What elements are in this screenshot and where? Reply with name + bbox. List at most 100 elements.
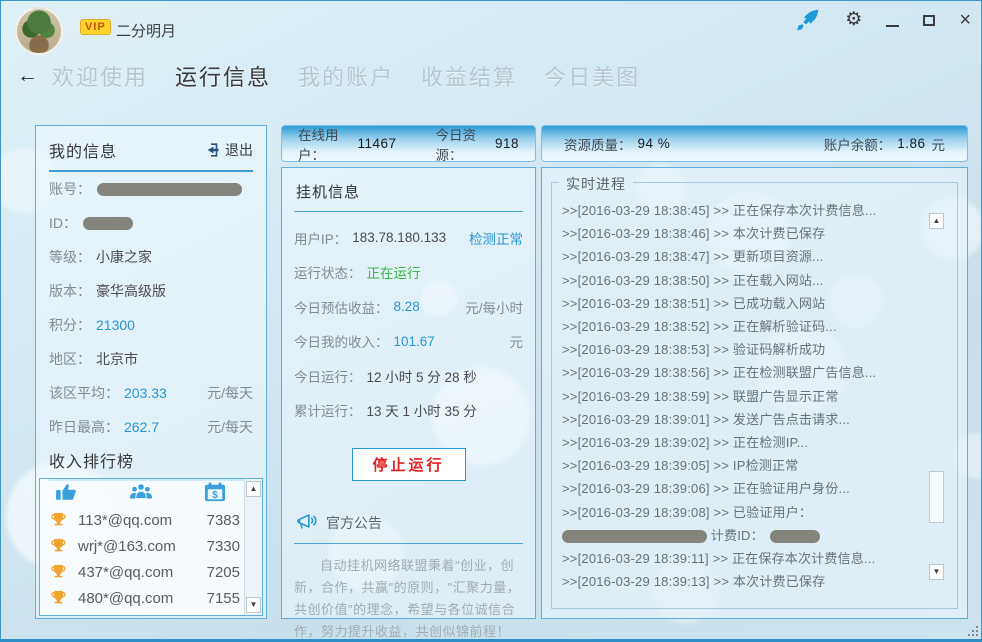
log-line: >>[2016-03-29 18:38:56] >> 正在检测联盟广告信息... bbox=[562, 361, 931, 384]
tab-收益结算[interactable]: 收益结算 bbox=[421, 60, 517, 92]
tab-运行信息[interactable]: 运行信息 bbox=[175, 60, 271, 92]
today-runtime-value: 12 小时 5 分 28 秒 bbox=[367, 366, 477, 386]
trophy-icon bbox=[50, 590, 70, 607]
log-line: >>[2016-03-29 18:39:08] >> 已验证用户： bbox=[562, 501, 931, 524]
app-window: VIP 二分明月 ⚙ × ← 欢迎使用运行信息我的账户收益结算今日美图 在线用户… bbox=[0, 0, 982, 642]
today-income-value: 101.67 bbox=[394, 334, 435, 349]
resource-quality-label: 资源质量： bbox=[564, 134, 632, 154]
my-info-panel: 我的信息 退出 账号： ID： 等级：小康之家 版本：豪华高级版 积分：2130… bbox=[35, 125, 267, 619]
area-avg-label: 该区平均： bbox=[49, 383, 119, 403]
process-log-list: >>[2016-03-29 18:38:45] >> 正在保存本次计费信息...… bbox=[562, 199, 931, 600]
ranking-box: $ 113*@qq.com7383wrj*@163.com7330437*@qq… bbox=[39, 478, 263, 616]
hangup-info-panel: 挂机信息 用户IP：183.78.180.133检测正常 运行状态：正在运行 今… bbox=[281, 167, 536, 619]
log-line: >>[2016-03-29 18:38:53] >> 验证码解析成功 bbox=[562, 338, 931, 361]
log-scroll-up-button[interactable]: ▲ bbox=[929, 213, 944, 229]
logout-icon bbox=[205, 143, 221, 157]
logout-button[interactable]: 退出 bbox=[205, 140, 253, 160]
gear-icon[interactable]: ⚙ bbox=[845, 7, 862, 33]
stop-run-button[interactable]: 停止运行 bbox=[352, 448, 466, 481]
id-redacted bbox=[83, 217, 133, 230]
yesterday-max-unit: 元/每天 bbox=[207, 417, 253, 437]
run-state-label: 运行状态： bbox=[294, 262, 362, 282]
yesterday-max-label: 昨日最高： bbox=[49, 417, 119, 437]
ranking-rows: 113*@qq.com7383wrj*@163.com7330437*@qq.c… bbox=[50, 507, 240, 616]
main-nav-tabs: 欢迎使用运行信息我的账户收益结算今日美图 bbox=[52, 60, 640, 92]
rank-email: 480*@qq.com bbox=[78, 590, 198, 607]
rank-email: 437*@qq.com bbox=[78, 564, 198, 581]
ranking-header: $ bbox=[50, 481, 240, 507]
trophy-icon bbox=[50, 564, 70, 581]
rank-score: 7152 bbox=[198, 616, 240, 617]
region-label: 地区： bbox=[49, 349, 91, 369]
rank-score: 7155 bbox=[198, 590, 240, 607]
total-runtime-value: 13 天 1 小时 35 分 bbox=[367, 400, 477, 420]
trophy-icon bbox=[50, 616, 70, 617]
ranking-title: 收入排行榜 bbox=[49, 448, 134, 472]
account-redacted bbox=[97, 183, 242, 196]
main-nav: ← 欢迎使用运行信息我的账户收益结算今日美图 bbox=[1, 53, 981, 99]
close-button[interactable]: × bbox=[959, 8, 971, 32]
notice-text: 自动挂机网络联盟秉着"创业，创新，合作，共赢"的原则，"汇聚力量，共创价值"的理… bbox=[294, 555, 523, 642]
today-resources-label: 今日资源： bbox=[435, 124, 488, 164]
vip-badge: VIP bbox=[80, 19, 111, 35]
tab-我的账户[interactable]: 我的账户 bbox=[298, 60, 394, 92]
rank-score: 7330 bbox=[198, 538, 240, 555]
titlebar: VIP 二分明月 ⚙ × bbox=[1, 1, 981, 53]
log-line: >>[2016-03-29 18:39:11] >> 正在保存本次计费信息... bbox=[562, 547, 931, 570]
ip-check-link[interactable]: 检测正常 bbox=[469, 228, 523, 248]
log-line: >>[2016-03-29 18:38:50] >> 正在载入网站... bbox=[562, 269, 931, 292]
calendar-money-icon: $ bbox=[204, 482, 226, 507]
points-value: 21300 bbox=[96, 317, 135, 333]
svg-text:$: $ bbox=[212, 489, 218, 500]
log-scroll-down-button[interactable]: ▼ bbox=[929, 564, 944, 580]
rank-score: 7383 bbox=[198, 512, 240, 529]
today-runtime-label: 今日运行： bbox=[294, 366, 362, 386]
log-redacted-id bbox=[770, 530, 820, 543]
scroll-down-button[interactable]: ▼ bbox=[246, 597, 261, 613]
trophy-icon bbox=[50, 538, 70, 555]
ranking-row: wrj*@163.com7330 bbox=[50, 533, 240, 559]
log-line: >>[2016-03-29 18:39:02] >> 正在检测IP... bbox=[562, 431, 931, 454]
log-line: >>[2016-03-29 18:39:06] >> 正在验证用户身份... bbox=[562, 477, 931, 500]
log-line: >>[2016-03-29 18:38:46] >> 本次计费已保存 bbox=[562, 222, 931, 245]
log-scrollbar-thumb[interactable] bbox=[929, 471, 944, 523]
ranking-scrollbar[interactable]: ▲ ▼ bbox=[244, 479, 262, 615]
points-label: 积分： bbox=[49, 315, 91, 335]
process-log-panel: 实时进程 >>[2016-03-29 18:38:45] >> 正在保存本次计费… bbox=[541, 167, 968, 619]
log-line: 计费ID： bbox=[562, 524, 931, 547]
log-redacted-user bbox=[562, 530, 707, 543]
balance-label: 账户余额： bbox=[824, 134, 892, 154]
balance-unit: 元 bbox=[932, 134, 946, 154]
account-label: 账号： bbox=[49, 179, 91, 199]
trophy-icon bbox=[50, 512, 70, 529]
process-log-group: 实时进程 >>[2016-03-29 18:38:45] >> 正在保存本次计费… bbox=[551, 182, 958, 609]
log-line: >>[2016-03-29 18:38:59] >> 联盟广告显示正常 bbox=[562, 385, 931, 408]
log-line: >>[2016-03-29 18:39:01] >> 发送广告点击请求... bbox=[562, 408, 931, 431]
user-avatar[interactable] bbox=[15, 7, 63, 55]
tab-今日美图[interactable]: 今日美图 bbox=[544, 60, 640, 92]
log-line: >>[2016-03-29 18:39:05] >> IP检测正常 bbox=[562, 454, 931, 477]
version-label: 版本： bbox=[49, 281, 91, 301]
resize-grip[interactable] bbox=[966, 624, 978, 636]
ranking-row: 594*@qq.com7152 bbox=[50, 611, 240, 616]
scroll-up-button[interactable]: ▲ bbox=[246, 481, 261, 497]
total-runtime-label: 累计运行： bbox=[294, 400, 362, 420]
rank-email: 594*@qq.com bbox=[78, 616, 198, 617]
resource-quality-value: 94 % bbox=[638, 136, 671, 151]
today-income-unit: 元 bbox=[510, 331, 524, 351]
est-income-unit: 元/每小时 bbox=[465, 297, 523, 317]
today-income-label: 今日我的收入： bbox=[294, 331, 389, 351]
stats-box-left: 在线用户： 11467 今日资源： 918 bbox=[281, 125, 536, 162]
region-value: 北京市 bbox=[96, 349, 138, 369]
rocket-icon[interactable] bbox=[795, 7, 821, 33]
tab-欢迎使用[interactable]: 欢迎使用 bbox=[52, 60, 148, 92]
hangup-title: 挂机信息 bbox=[294, 179, 523, 212]
online-users-value: 11467 bbox=[357, 136, 396, 151]
ip-label: 用户IP： bbox=[294, 228, 347, 248]
maximize-button[interactable] bbox=[923, 15, 935, 26]
back-arrow[interactable]: ← bbox=[17, 64, 38, 88]
ranking-row: 437*@qq.com7205 bbox=[50, 559, 240, 585]
username-label: 二分明月 bbox=[116, 20, 176, 41]
log-line: >>[2016-03-29 18:38:45] >> 正在保存本次计费信息... bbox=[562, 199, 931, 222]
minimize-button[interactable] bbox=[886, 14, 899, 27]
